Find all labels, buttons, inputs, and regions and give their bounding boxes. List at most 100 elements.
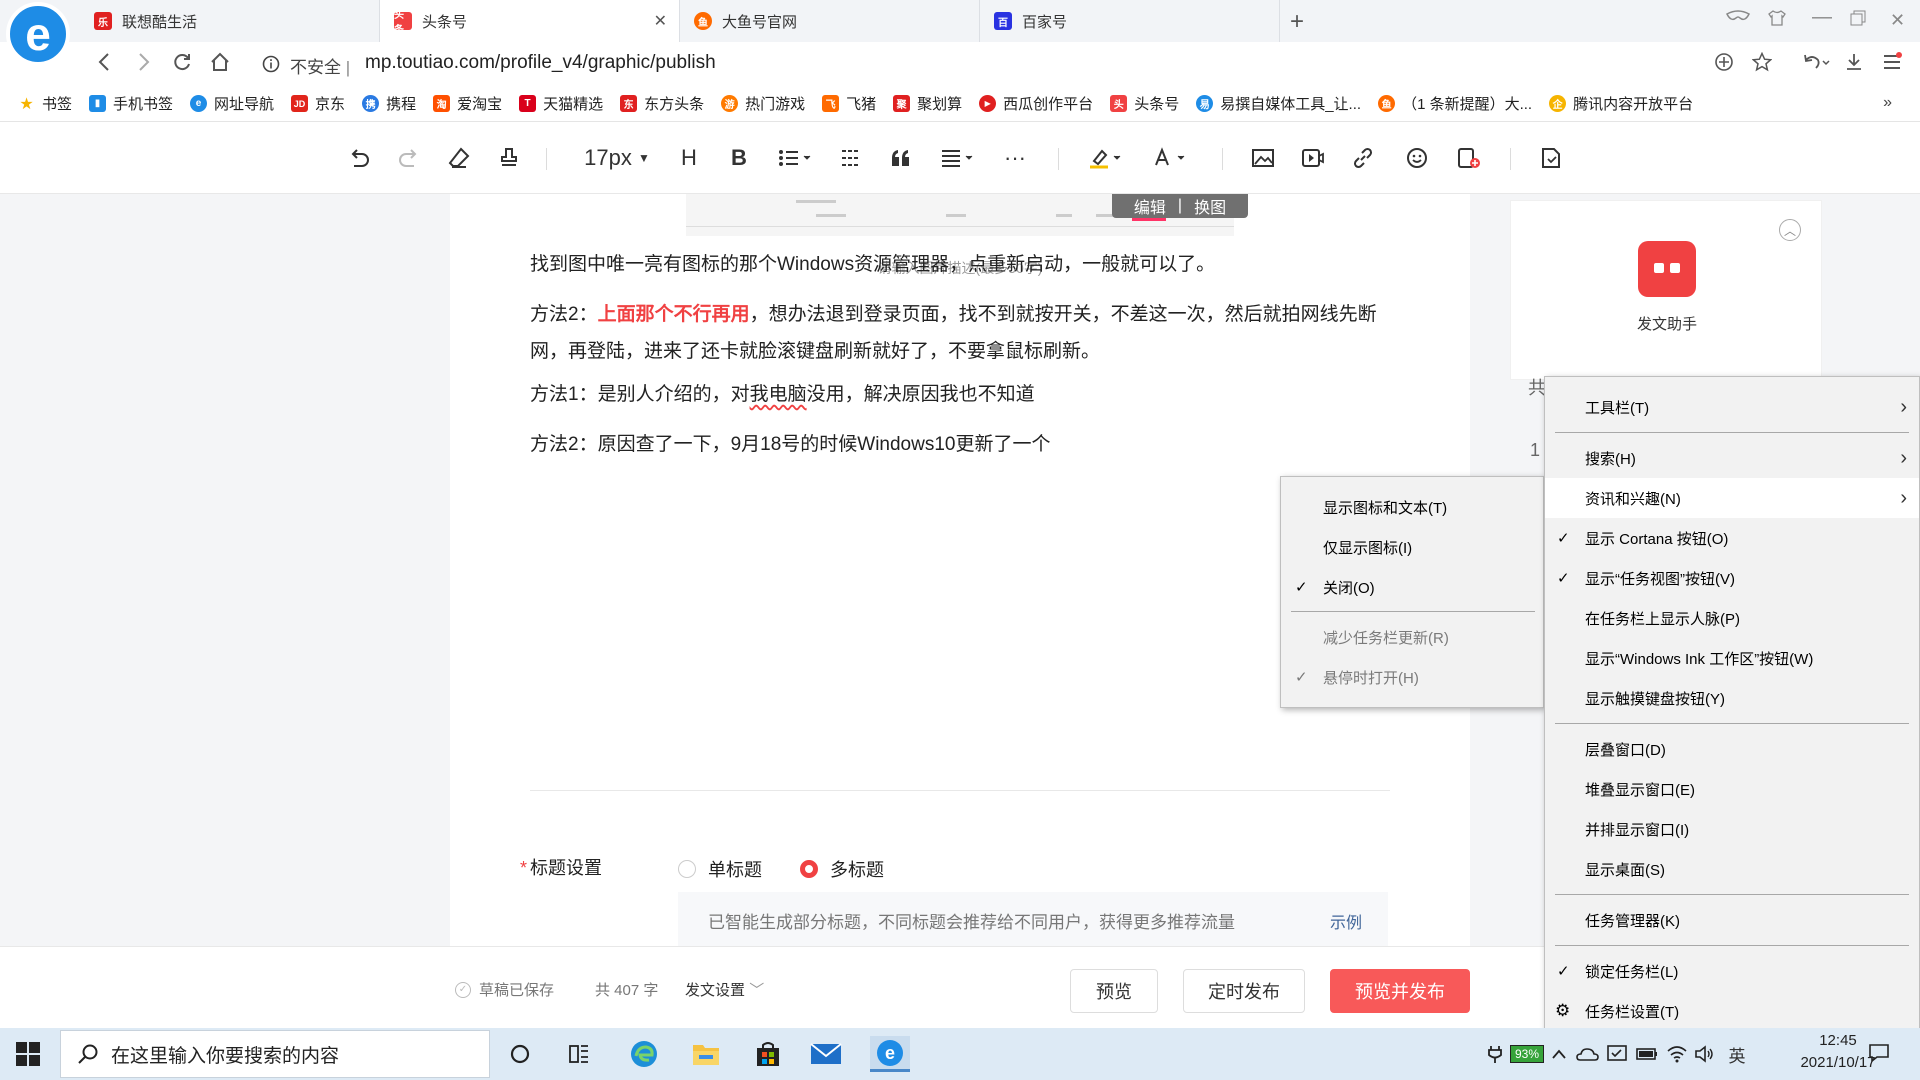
emoji-icon[interactable] [1404, 144, 1430, 172]
favorite-star-icon[interactable] [1752, 52, 1772, 72]
embedded-image[interactable]: 编辑 | 换图 [686, 194, 1248, 236]
bookmark-item[interactable]: e 网址导航 [190, 93, 274, 114]
taskbar-search-input[interactable]: 在这里输入你要搜索的内容 [60, 1030, 490, 1078]
video-icon[interactable] [1300, 144, 1326, 172]
browser-logo-icon[interactable]: e [6, 2, 70, 66]
windows-start-icon[interactable] [16, 1042, 40, 1066]
divider-line-icon[interactable] [838, 144, 864, 172]
bookmark-item[interactable]: JD 京东 [291, 93, 345, 114]
publish-settings-dropdown[interactable]: 发文设置 ﹀ [685, 979, 764, 1000]
edit-image-button[interactable]: 编辑 [1134, 194, 1166, 218]
cortana-icon[interactable] [502, 1036, 538, 1072]
bookmark-item[interactable]: 企腾讯内容开放平台 [1549, 93, 1693, 114]
quote-icon[interactable] [888, 144, 914, 172]
paragraph-1[interactable]: 找到图中唯一亮有图标的那个Windows资源管理器，点重新启动，一般就可以了。 [530, 246, 1410, 283]
menu-item-task-view[interactable]: ✓ 显示“任务视图”按钮(V) [1545, 558, 1919, 598]
menu-item-side-by-side[interactable]: 并排显示窗口(I) [1545, 809, 1919, 849]
undo-icon[interactable] [346, 144, 372, 172]
menu-item-toolbars[interactable]: 工具栏(T) › [1545, 387, 1919, 427]
menu-item-cortana[interactable]: ✓ 显示 Cortana 按钮(O) [1545, 518, 1919, 558]
font-size-select[interactable]: 17px ▼ [574, 144, 660, 172]
bookmark-item[interactable]: 淘爱淘宝 [433, 93, 502, 114]
tab-baijia[interactable]: 百 百家号 [980, 0, 1280, 42]
menu-item-lock-taskbar[interactable]: ✓ 锁定任务栏(L) [1545, 951, 1919, 991]
multi-title-radio[interactable]: 多标题 [800, 856, 884, 882]
task-view-icon[interactable] [562, 1036, 598, 1072]
home-icon[interactable] [210, 52, 230, 72]
menu-item-news-interests[interactable]: 资讯和兴趣(N) › [1545, 478, 1919, 518]
menu-item-people[interactable]: 在任务栏上显示人脉(P) [1545, 598, 1919, 638]
bookmark-item[interactable]: 游热门游戏 [721, 93, 805, 114]
close-window-button[interactable]: ✕ [1890, 10, 1905, 31]
battery-indicator[interactable]: 93% [1510, 1045, 1544, 1063]
refresh-icon[interactable] [172, 52, 192, 72]
bookmark-item[interactable]: ★ 书签 [18, 93, 72, 114]
menu-item-show-desktop[interactable]: 显示桌面(S) [1545, 849, 1919, 889]
download-icon[interactable] [1845, 52, 1863, 72]
scheduled-publish-button[interactable]: 定时发布 [1183, 969, 1305, 1013]
insert-card-icon[interactable] [1456, 144, 1482, 172]
link-icon[interactable] [1350, 144, 1376, 172]
tab-dayu[interactable]: 鱼 大鱼号官网 [680, 0, 980, 42]
menu-item-touch-keyboard[interactable]: 显示触摸键盘按钮(Y) [1545, 678, 1919, 718]
bookmark-item[interactable]: 东东方头条 [620, 93, 704, 114]
menu-item-windows-ink[interactable]: 显示“Windows Ink 工作区”按钮(W) [1545, 638, 1919, 678]
battery-tray-icon[interactable] [1634, 1036, 1660, 1072]
collapse-icon[interactable]: ︿ [1779, 219, 1801, 241]
browser-taskbar-icon[interactable]: e [870, 1036, 910, 1072]
replace-image-button[interactable]: 换图 [1194, 194, 1226, 218]
url-input[interactable]: mp.toutiao.com/profile_v4/graphic/publis… [365, 52, 716, 74]
heading-icon[interactable]: H [676, 144, 702, 172]
bookmark-item[interactable]: ▶ 西瓜创作平台 [979, 93, 1093, 114]
preview-button[interactable]: 预览 [1070, 969, 1158, 1013]
forward-icon[interactable] [138, 52, 150, 72]
security-status[interactable]: 不安全 | [290, 53, 350, 78]
align-icon[interactable] [938, 144, 978, 172]
bookmark-item[interactable]: 聚聚划算 [893, 93, 962, 114]
notification-icon[interactable] [1868, 1042, 1890, 1064]
close-tab-icon[interactable]: ✕ [654, 11, 667, 31]
undo-close-icon[interactable] [1802, 52, 1830, 72]
format-painter-icon[interactable] [496, 144, 522, 172]
skin-icon[interactable] [1768, 10, 1786, 26]
redo-icon[interactable] [396, 144, 422, 172]
eraser-icon[interactable] [446, 144, 472, 172]
menu-item-taskbar-settings[interactable]: ⚙ 任务栏设置(T) [1545, 991, 1919, 1031]
tab-lenovo[interactable]: 乐 联想酷生活 [80, 0, 380, 42]
volume-icon[interactable] [1692, 1036, 1718, 1072]
highlight-icon[interactable] [1084, 144, 1126, 172]
add-tab-circle-icon[interactable] [1714, 52, 1734, 72]
edge-icon[interactable] [626, 1036, 662, 1072]
bookmark-item[interactable]: 飞飞猪 [822, 93, 876, 114]
more-icon[interactable]: ··· [1000, 144, 1030, 172]
info-icon[interactable] [262, 55, 280, 73]
restore-button[interactable] [1850, 10, 1866, 26]
mask-icon[interactable] [1725, 10, 1751, 24]
bold-icon[interactable]: B [726, 144, 752, 172]
example-link[interactable]: 示例 [1330, 909, 1362, 933]
bookmark-item[interactable]: 携携程 [362, 93, 416, 114]
show-icon-and-text-item[interactable]: 显示图标和文本(T) [1281, 487, 1543, 527]
bookmark-item[interactable]: 易易撰自媒体工具_让... [1196, 93, 1361, 114]
show-icon-only-item[interactable]: 仅显示图标(I) [1281, 527, 1543, 567]
store-icon[interactable] [750, 1036, 786, 1072]
menu-item-task-manager[interactable]: 任务管理器(K) [1545, 900, 1919, 940]
menu-item-cascade[interactable]: 层叠窗口(D) [1545, 729, 1919, 769]
menu-item-stack[interactable]: 堆叠显示窗口(E) [1545, 769, 1919, 809]
single-title-radio[interactable]: 单标题 [678, 856, 762, 882]
menu-item-search[interactable]: 搜索(H) › [1545, 438, 1919, 478]
tab-toutiao[interactable]: 头条 头条号 ✕ [380, 0, 680, 42]
preview-publish-button[interactable]: 预览并发布 [1330, 969, 1470, 1013]
wifi-icon[interactable] [1664, 1036, 1690, 1072]
bookmark-item[interactable]: 鱼（1 条新提醒）大... [1378, 93, 1532, 114]
turn-off-item[interactable]: ✓ 关闭(O) [1281, 567, 1543, 607]
bookmark-item[interactable]: 头头条号 [1110, 93, 1179, 114]
mail-icon[interactable] [808, 1036, 844, 1072]
font-color-icon[interactable] [1148, 144, 1190, 172]
menu-icon[interactable] [1882, 52, 1902, 72]
new-tab-button[interactable]: + [1290, 8, 1304, 36]
power-plug-icon[interactable] [1484, 1036, 1506, 1072]
template-icon[interactable] [1538, 144, 1564, 172]
bookmark-item[interactable]: T 天猫精选 [519, 93, 603, 114]
paragraph-3[interactable]: 方法1：是别人介绍的，对我电脑没用，解决原因我也不知道 [530, 376, 1410, 413]
